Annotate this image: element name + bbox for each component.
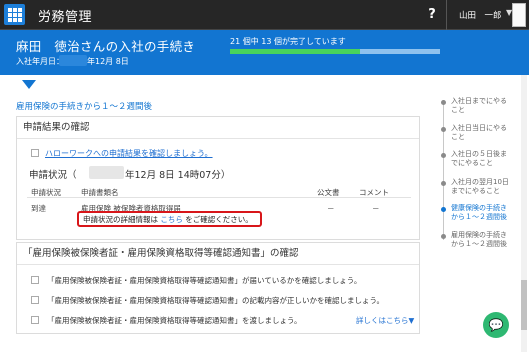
app-bar: 労務管理 ? 山田 一郎 ▼ [0,0,529,30]
application-result-card: 申請結果の確認 ハローワークへの申請結果を確認しましょう。 申請状況（ 年12月… [16,116,420,240]
task-checkbox[interactable] [31,276,39,284]
progress-text: 21 個中 13 個が完了しています [230,37,346,46]
row-comment: － [372,204,380,213]
step-link-active[interactable]: 健康保険の手続き から１～２週間後 [451,204,507,222]
join-date-value: 年12月 8日 [87,57,129,66]
task-item: 「雇用保険被保険者証・雇用保険資格取得等確認通知書」の記載内容が正しいかを確認し… [47,296,385,305]
divider [27,197,411,198]
step-dot-icon [441,127,446,132]
hellowork-check-link[interactable]: ハローワークへの申請結果を確認しましょう。 [45,148,213,159]
task-checkbox[interactable] [31,316,39,324]
app-title: 労務管理 [38,10,93,25]
step-link[interactable]: 入社月の翌月10日 までにやること [451,178,509,196]
step-dot-icon [441,181,446,186]
application-status-date: 年12月 8日 14時07分） [125,170,231,181]
step-link[interactable]: 入社日までにやる こと [451,97,507,115]
redacted-year [89,166,124,179]
status-detail-text: 申請状況の詳細情報は こちら をご確認ください。 [83,214,253,225]
step-dot-icon [441,234,446,239]
chat-bubble-icon[interactable]: 💬 [483,312,509,338]
detail-prefix: 申請状況の詳細情報は [83,215,158,224]
help-button[interactable]: ? [423,5,441,25]
step-dot-icon [441,153,446,158]
section-title: 雇用保険の手続きから１～２週間後 [16,102,153,112]
row-official: － [327,204,335,213]
avatar[interactable] [512,3,526,27]
card-title: 申請結果の確認 [17,117,419,139]
application-status-heading: 申請状況（ [29,170,77,181]
card-title: 「雇用保険被保険者証・雇用保険資格取得等確認通知書」の確認 [17,243,419,265]
join-date-label: 入社年月日： [16,57,64,66]
insurance-certificate-card: 「雇用保険被保険者証・雇用保険資格取得等確認通知書」の確認 「雇用保険被保険者証… [16,242,420,334]
scrollbar-thumb[interactable] [521,280,527,330]
detail-suffix: をご確認ください。 [185,215,253,224]
procedure-header: 麻田 徳治さんの入社の手続き 入社年月日： 年12月 8日 21 個中 13 個… [0,30,529,75]
row-status: 到達 [31,204,46,213]
progress-bar [230,49,440,54]
step-link[interactable]: 入社日当日にやる こと [451,124,507,142]
current-step-arrow-icon [22,80,36,89]
task-checkbox[interactable] [31,149,39,157]
page-title: 麻田 徳治さんの入社の手続き [16,39,196,54]
step-timeline [443,100,444,240]
user-name[interactable]: 山田 一郎 [459,9,502,21]
redacted-year [59,55,87,66]
more-details-link[interactable]: 詳しくはこちら▼ [356,315,414,326]
step-dot-icon [441,100,446,105]
scrollbar[interactable] [521,75,527,352]
task-checkbox[interactable] [31,296,39,304]
progress-fill [230,49,360,54]
step-dot-icon-active [441,207,446,212]
step-link[interactable]: 入社日の５日後ま でにやること [451,150,507,168]
detail-link[interactable]: こちら [160,215,183,224]
task-item: 「雇用保険被保険者証・雇用保険資格取得等確認通知書」が届いているかを確認しましょ… [47,276,362,285]
divider [446,0,447,30]
grid-icon[interactable] [4,4,25,25]
step-link[interactable]: 雇用保険の手続き から１～２週間後 [451,231,507,249]
task-item: 「雇用保険被保険者証・雇用保険資格取得等確認通知書」を渡しましょう。 [47,316,302,325]
